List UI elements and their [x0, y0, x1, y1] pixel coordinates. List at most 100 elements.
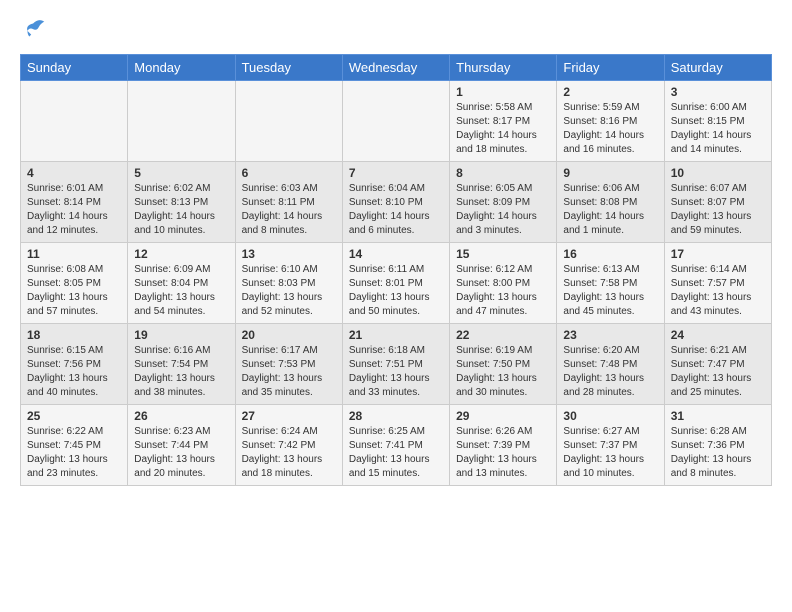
day-info: Sunrise: 6:10 AM Sunset: 8:03 PM Dayligh…	[242, 263, 336, 319]
day-number: 11	[27, 247, 121, 261]
day-number: 26	[134, 409, 228, 423]
day-number: 12	[134, 247, 228, 261]
day-info: Sunrise: 6:03 AM Sunset: 8:11 PM Dayligh…	[242, 182, 336, 238]
day-number: 21	[349, 328, 443, 342]
day-number: 1	[456, 85, 550, 99]
calendar-week-row: 4 Sunrise: 6:01 AM Sunset: 8:14 PM Daylig…	[21, 162, 772, 243]
day-info: Sunrise: 6:15 AM Sunset: 7:56 PM Dayligh…	[27, 344, 121, 400]
calendar-week-row: 11 Sunrise: 6:08 AM Sunset: 8:05 PM Dayli…	[21, 243, 772, 324]
calendar-cell: 5 Sunrise: 6:02 AM Sunset: 8:13 PM Daylig…	[128, 162, 235, 243]
day-number: 17	[671, 247, 765, 261]
day-number: 10	[671, 166, 765, 180]
calendar-cell: 4 Sunrise: 6:01 AM Sunset: 8:14 PM Daylig…	[21, 162, 128, 243]
calendar-cell: 6 Sunrise: 6:03 AM Sunset: 8:11 PM Daylig…	[235, 162, 342, 243]
day-info: Sunrise: 6:22 AM Sunset: 7:45 PM Dayligh…	[27, 425, 121, 481]
calendar-cell: 7 Sunrise: 6:04 AM Sunset: 8:10 PM Daylig…	[342, 162, 449, 243]
calendar-cell: 20Sunrise: 6:17 AM Sunset: 7:53 PM Dayli…	[235, 324, 342, 405]
calendar-cell: 16 Sunrise: 6:13 AM Sunset: 7:58 PM Dayli…	[557, 243, 664, 324]
calendar-cell	[235, 81, 342, 162]
day-info: Sunrise: 6:27 AM Sunset: 7:37 PM Dayligh…	[563, 425, 657, 481]
calendar-cell	[128, 81, 235, 162]
day-info: Sunrise: 6:05 AM Sunset: 8:09 PM Dayligh…	[456, 182, 550, 238]
calendar-header-row: SundayMondayTuesdayWednesdayThursdayFrid…	[21, 55, 772, 81]
day-info: Sunrise: 6:12 AM Sunset: 8:00 PM Dayligh…	[456, 263, 550, 319]
calendar-cell: 27 Sunrise: 6:24 AM Sunset: 7:42 PM Dayli…	[235, 405, 342, 486]
weekday-header: Wednesday	[342, 55, 449, 81]
calendar-cell: 28Sunrise: 6:25 AM Sunset: 7:41 PM Dayli…	[342, 405, 449, 486]
calendar-cell: 8 Sunrise: 6:05 AM Sunset: 8:09 PM Daylig…	[450, 162, 557, 243]
calendar-cell: 1 Sunrise: 5:58 AM Sunset: 8:17 PM Daylig…	[450, 81, 557, 162]
day-info: Sunrise: 6:24 AM Sunset: 7:42 PM Dayligh…	[242, 425, 336, 481]
day-number: 8	[456, 166, 550, 180]
calendar-cell: 9 Sunrise: 6:06 AM Sunset: 8:08 PM Daylig…	[557, 162, 664, 243]
day-info: Sunrise: 6:21 AM Sunset: 7:47 PM Dayligh…	[671, 344, 765, 400]
day-info: Sunrise: 5:59 AM Sunset: 8:16 PM Dayligh…	[563, 101, 657, 157]
day-info: Sunrise: 6:07 AM Sunset: 8:07 PM Dayligh…	[671, 182, 765, 238]
day-number: 6	[242, 166, 336, 180]
calendar-cell: 3 Sunrise: 6:00 AM Sunset: 8:15 PM Daylig…	[664, 81, 771, 162]
page-header	[20, 16, 772, 44]
calendar-cell: 18 Sunrise: 6:15 AM Sunset: 7:56 PM Dayli…	[21, 324, 128, 405]
calendar-cell: 22Sunrise: 6:19 AM Sunset: 7:50 PM Dayli…	[450, 324, 557, 405]
weekday-header: Saturday	[664, 55, 771, 81]
day-number: 24	[671, 328, 765, 342]
calendar-cell: 29 Sunrise: 6:26 AM Sunset: 7:39 PM Dayli…	[450, 405, 557, 486]
calendar-cell	[342, 81, 449, 162]
calendar-cell: 19Sunrise: 6:16 AM Sunset: 7:54 PM Dayli…	[128, 324, 235, 405]
day-info: Sunrise: 5:58 AM Sunset: 8:17 PM Dayligh…	[456, 101, 550, 157]
day-number: 16	[563, 247, 657, 261]
day-number: 22	[456, 328, 550, 342]
day-number: 15	[456, 247, 550, 261]
day-number: 14	[349, 247, 443, 261]
day-number: 31	[671, 409, 765, 423]
calendar-cell: 11 Sunrise: 6:08 AM Sunset: 8:05 PM Dayli…	[21, 243, 128, 324]
calendar-week-row: 25 Sunrise: 6:22 AM Sunset: 7:45 PM Dayli…	[21, 405, 772, 486]
calendar-cell	[21, 81, 128, 162]
calendar-body: 1 Sunrise: 5:58 AM Sunset: 8:17 PM Daylig…	[21, 81, 772, 486]
weekday-header: Friday	[557, 55, 664, 81]
day-number: 9	[563, 166, 657, 180]
calendar-week-row: 1 Sunrise: 5:58 AM Sunset: 8:17 PM Daylig…	[21, 81, 772, 162]
day-number: 18	[27, 328, 121, 342]
day-number: 3	[671, 85, 765, 99]
day-number: 2	[563, 85, 657, 99]
weekday-header: Tuesday	[235, 55, 342, 81]
day-number: 29	[456, 409, 550, 423]
day-number: 7	[349, 166, 443, 180]
day-info: Sunrise: 6:14 AM Sunset: 7:57 PM Dayligh…	[671, 263, 765, 319]
day-info: Sunrise: 6:11 AM Sunset: 8:01 PM Dayligh…	[349, 263, 443, 319]
day-number: 25	[27, 409, 121, 423]
day-info: Sunrise: 6:02 AM Sunset: 8:13 PM Dayligh…	[134, 182, 228, 238]
calendar-cell: 21 Sunrise: 6:18 AM Sunset: 7:51 PM Dayli…	[342, 324, 449, 405]
weekday-header: Thursday	[450, 55, 557, 81]
calendar-cell: 15 Sunrise: 6:12 AM Sunset: 8:00 PM Dayli…	[450, 243, 557, 324]
calendar-cell: 13Sunrise: 6:10 AM Sunset: 8:03 PM Dayli…	[235, 243, 342, 324]
calendar-cell: 17 Sunrise: 6:14 AM Sunset: 7:57 PM Dayli…	[664, 243, 771, 324]
calendar-week-row: 18 Sunrise: 6:15 AM Sunset: 7:56 PM Dayli…	[21, 324, 772, 405]
day-number: 4	[27, 166, 121, 180]
day-info: Sunrise: 6:08 AM Sunset: 8:05 PM Dayligh…	[27, 263, 121, 319]
day-number: 27	[242, 409, 336, 423]
weekday-header: Monday	[128, 55, 235, 81]
day-number: 28	[349, 409, 443, 423]
day-info: Sunrise: 6:23 AM Sunset: 7:44 PM Dayligh…	[134, 425, 228, 481]
day-info: Sunrise: 6:06 AM Sunset: 8:08 PM Dayligh…	[563, 182, 657, 238]
day-info: Sunrise: 6:00 AM Sunset: 8:15 PM Dayligh…	[671, 101, 765, 157]
calendar-cell: 31 Sunrise: 6:28 AM Sunset: 7:36 PM Dayli…	[664, 405, 771, 486]
day-info: Sunrise: 6:28 AM Sunset: 7:36 PM Dayligh…	[671, 425, 765, 481]
day-number: 23	[563, 328, 657, 342]
day-info: Sunrise: 6:16 AM Sunset: 7:54 PM Dayligh…	[134, 344, 228, 400]
day-number: 5	[134, 166, 228, 180]
calendar-cell: 12Sunrise: 6:09 AM Sunset: 8:04 PM Dayli…	[128, 243, 235, 324]
calendar-cell: 14 Sunrise: 6:11 AM Sunset: 8:01 PM Dayli…	[342, 243, 449, 324]
day-info: Sunrise: 6:01 AM Sunset: 8:14 PM Dayligh…	[27, 182, 121, 238]
day-info: Sunrise: 6:17 AM Sunset: 7:53 PM Dayligh…	[242, 344, 336, 400]
calendar-cell: 24 Sunrise: 6:21 AM Sunset: 7:47 PM Dayli…	[664, 324, 771, 405]
day-info: Sunrise: 6:13 AM Sunset: 7:58 PM Dayligh…	[563, 263, 657, 319]
day-info: Sunrise: 6:26 AM Sunset: 7:39 PM Dayligh…	[456, 425, 550, 481]
day-info: Sunrise: 6:04 AM Sunset: 8:10 PM Dayligh…	[349, 182, 443, 238]
logo-icon	[20, 16, 48, 44]
calendar-cell: 30Sunrise: 6:27 AM Sunset: 7:37 PM Dayli…	[557, 405, 664, 486]
calendar-cell: 10 Sunrise: 6:07 AM Sunset: 8:07 PM Dayli…	[664, 162, 771, 243]
day-info: Sunrise: 6:18 AM Sunset: 7:51 PM Dayligh…	[349, 344, 443, 400]
